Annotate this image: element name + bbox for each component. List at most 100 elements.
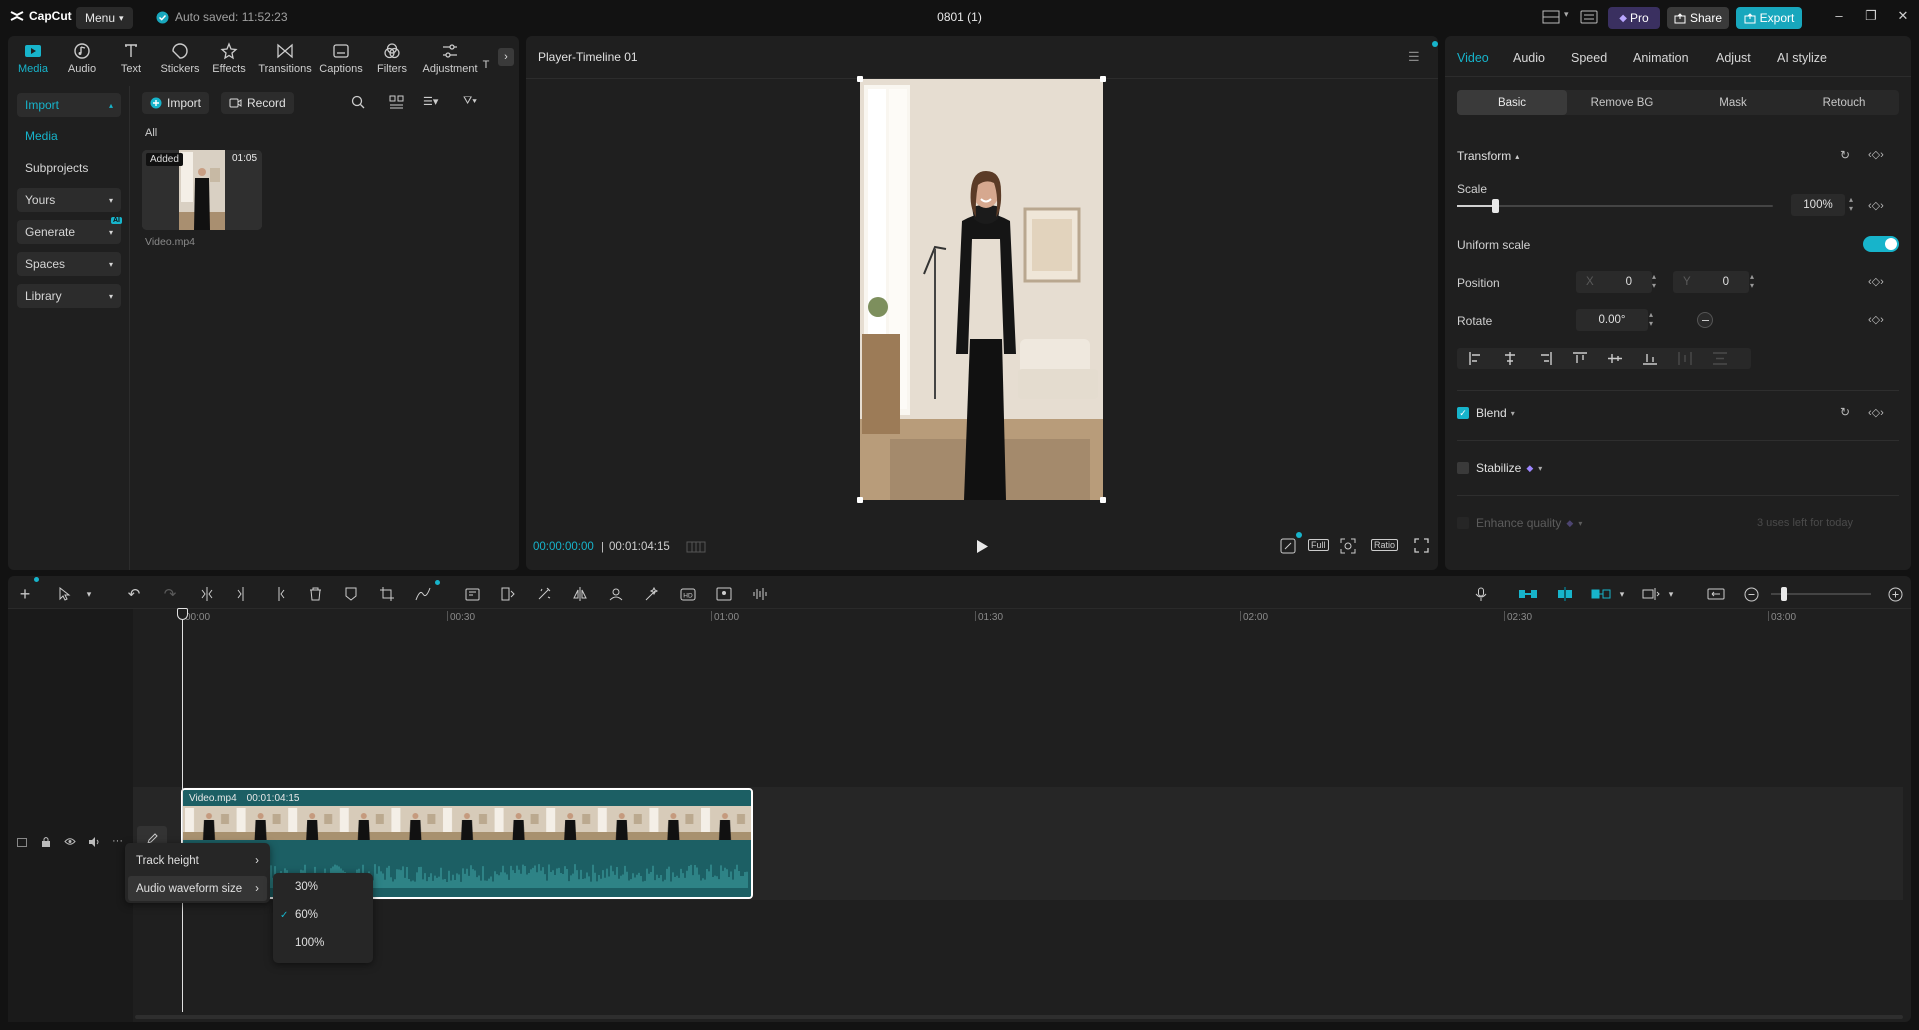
grid-view-icon[interactable]: [389, 95, 404, 109]
keyframe-icon[interactable]: ‹◇›: [1868, 148, 1884, 161]
tool-adjustment[interactable]: Adjustment: [422, 42, 478, 75]
scale-slider-track[interactable]: [1457, 205, 1773, 207]
zoom-slider-thumb[interactable]: [1781, 587, 1787, 601]
auto-snap-icon[interactable]: [1554, 583, 1576, 605]
timecode-format-icon[interactable]: [686, 541, 706, 553]
full-quality-button[interactable]: Full: [1308, 539, 1329, 551]
record-button[interactable]: Record: [221, 92, 294, 114]
distribute-h-icon[interactable]: [1678, 352, 1692, 365]
playhead-line[interactable]: [182, 618, 183, 1012]
menu-item-track-height[interactable]: Track height ›: [128, 848, 267, 873]
mirror-icon[interactable]: [569, 583, 591, 605]
crop-handle-br[interactable]: [1100, 497, 1106, 503]
zoom-in-icon[interactable]: [1884, 583, 1906, 605]
player-menu-icon[interactable]: ☰: [1408, 49, 1420, 65]
scale-stepper-icon[interactable]: ▴ ▾: [1849, 195, 1853, 213]
tool-effects[interactable]: Effects: [204, 42, 254, 75]
align-top-icon[interactable]: [1573, 352, 1587, 365]
linkage-icon[interactable]: [1590, 583, 1612, 605]
pro-button[interactable]: ◆ Pro: [1608, 7, 1660, 29]
add-track-icon[interactable]: +: [14, 583, 36, 605]
extract-audio-icon[interactable]: [497, 583, 519, 605]
align-center-h-icon[interactable]: [1503, 352, 1517, 365]
tool-text[interactable]: Text: [106, 42, 156, 75]
remove-bg-icon[interactable]: [713, 583, 735, 605]
tool-audio[interactable]: Audio: [57, 42, 107, 75]
redo-icon[interactable]: ↷: [159, 583, 181, 605]
waveform-option-60[interactable]: ✓ 60%: [280, 909, 318, 921]
align-left-icon[interactable]: [1469, 352, 1483, 365]
tool-media[interactable]: Media: [8, 42, 58, 75]
audio-split-icon[interactable]: [749, 583, 771, 605]
menu-item-audio-waveform-size[interactable]: Audio waveform size ›: [128, 876, 267, 901]
enhance-checkbox[interactable]: [1457, 517, 1469, 529]
pos-x-stepper-icon[interactable]: ▴ ▾: [1652, 272, 1656, 290]
layout-icon[interactable]: [1542, 10, 1560, 24]
tab-ai-stylize[interactable]: AI stylize: [1777, 51, 1827, 65]
split-right-icon[interactable]: [268, 583, 290, 605]
subtab-remove-bg[interactable]: Remove BG: [1567, 90, 1677, 115]
magic-cut-icon[interactable]: [533, 583, 555, 605]
eye-icon[interactable]: [64, 837, 76, 846]
axis-chevron-icon[interactable]: ▾: [1660, 583, 1682, 605]
tool-transitions[interactable]: Transitions: [258, 42, 312, 75]
sidebar-item-media[interactable]: Media: [17, 124, 121, 148]
select-tool-icon[interactable]: [54, 583, 76, 605]
tab-animation[interactable]: Animation: [1633, 51, 1689, 65]
keyframe-icon[interactable]: ‹◇›: [1868, 275, 1884, 288]
sidebar-item-library[interactable]: Library ▾: [17, 284, 121, 308]
enhance-header[interactable]: Enhance quality ◆ ▾: [1476, 516, 1582, 530]
shortcut-icon[interactable]: [1580, 10, 1598, 24]
share-button[interactable]: Share: [1667, 7, 1729, 29]
position-x-field[interactable]: X 0: [1576, 271, 1652, 293]
scale-slider-thumb[interactable]: [1491, 199, 1499, 213]
export-button[interactable]: Export: [1736, 7, 1802, 29]
pos-y-stepper-icon[interactable]: ▴ ▾: [1750, 272, 1754, 290]
rotate-stepper-icon[interactable]: ▴ ▾: [1649, 310, 1653, 328]
tools-scroll-right-icon[interactable]: ›: [498, 48, 514, 66]
sidebar-item-yours[interactable]: Yours ▾: [17, 188, 121, 212]
minimize-icon[interactable]: –: [1829, 8, 1849, 23]
tab-video[interactable]: Video: [1457, 51, 1489, 65]
distribute-v-icon[interactable]: [1713, 352, 1727, 365]
auto-enhance-icon[interactable]: [641, 583, 663, 605]
filter-icon[interactable]: ⛛▾: [463, 95, 477, 108]
position-y-field[interactable]: Y 0: [1673, 271, 1749, 293]
stabilize-checkbox[interactable]: [1457, 462, 1469, 474]
crop-handle-tr[interactable]: [1100, 76, 1106, 82]
fit-icon[interactable]: [1280, 538, 1296, 554]
video-preview[interactable]: [860, 79, 1103, 500]
playhead-handle[interactable]: [177, 608, 188, 620]
waveform-option-100[interactable]: 100%: [280, 937, 324, 949]
reset-icon[interactable]: ↻: [1840, 405, 1850, 419]
stabilize-header[interactable]: Stabilize ◆ ▾: [1476, 461, 1542, 475]
close-icon[interactable]: ✕: [1893, 8, 1913, 24]
hd-icon[interactable]: HD: [677, 583, 699, 605]
sidebar-item-spaces[interactable]: Spaces ▾: [17, 252, 121, 276]
subtab-basic[interactable]: Basic: [1457, 90, 1567, 115]
crop-handle-bl[interactable]: [857, 497, 863, 503]
split-left-icon[interactable]: [232, 583, 254, 605]
track-cover-icon[interactable]: [17, 838, 27, 847]
blend-checkbox[interactable]: ✓: [1457, 407, 1469, 419]
scale-value-field[interactable]: 100%: [1791, 194, 1845, 216]
subtab-mask[interactable]: Mask: [1678, 90, 1788, 115]
split-icon[interactable]: [196, 583, 218, 605]
tool-more[interactable]: T: [479, 59, 493, 71]
search-icon[interactable]: [351, 95, 365, 109]
sidebar-item-generate[interactable]: Generate ▾: [17, 220, 121, 244]
reset-icon[interactable]: ↻: [1840, 148, 1850, 162]
tool-captions[interactable]: Captions: [316, 42, 366, 75]
main-track-magnet-icon[interactable]: [1517, 583, 1539, 605]
rotate-value-field[interactable]: 0.00°: [1576, 309, 1648, 331]
delete-icon[interactable]: [304, 583, 326, 605]
more-options-icon[interactable]: ···: [112, 835, 123, 847]
sidebar-item-import[interactable]: Import ▴: [17, 93, 121, 117]
layout-chevron-icon[interactable]: ▾: [1564, 9, 1569, 20]
tool-filters[interactable]: Filters: [367, 42, 417, 75]
play-button[interactable]: [975, 539, 989, 554]
transform-header[interactable]: Transform ▴: [1457, 149, 1519, 163]
marker-icon[interactable]: [340, 583, 362, 605]
crop-handle-tl[interactable]: [857, 76, 863, 82]
fit-timeline-icon[interactable]: [1705, 583, 1727, 605]
